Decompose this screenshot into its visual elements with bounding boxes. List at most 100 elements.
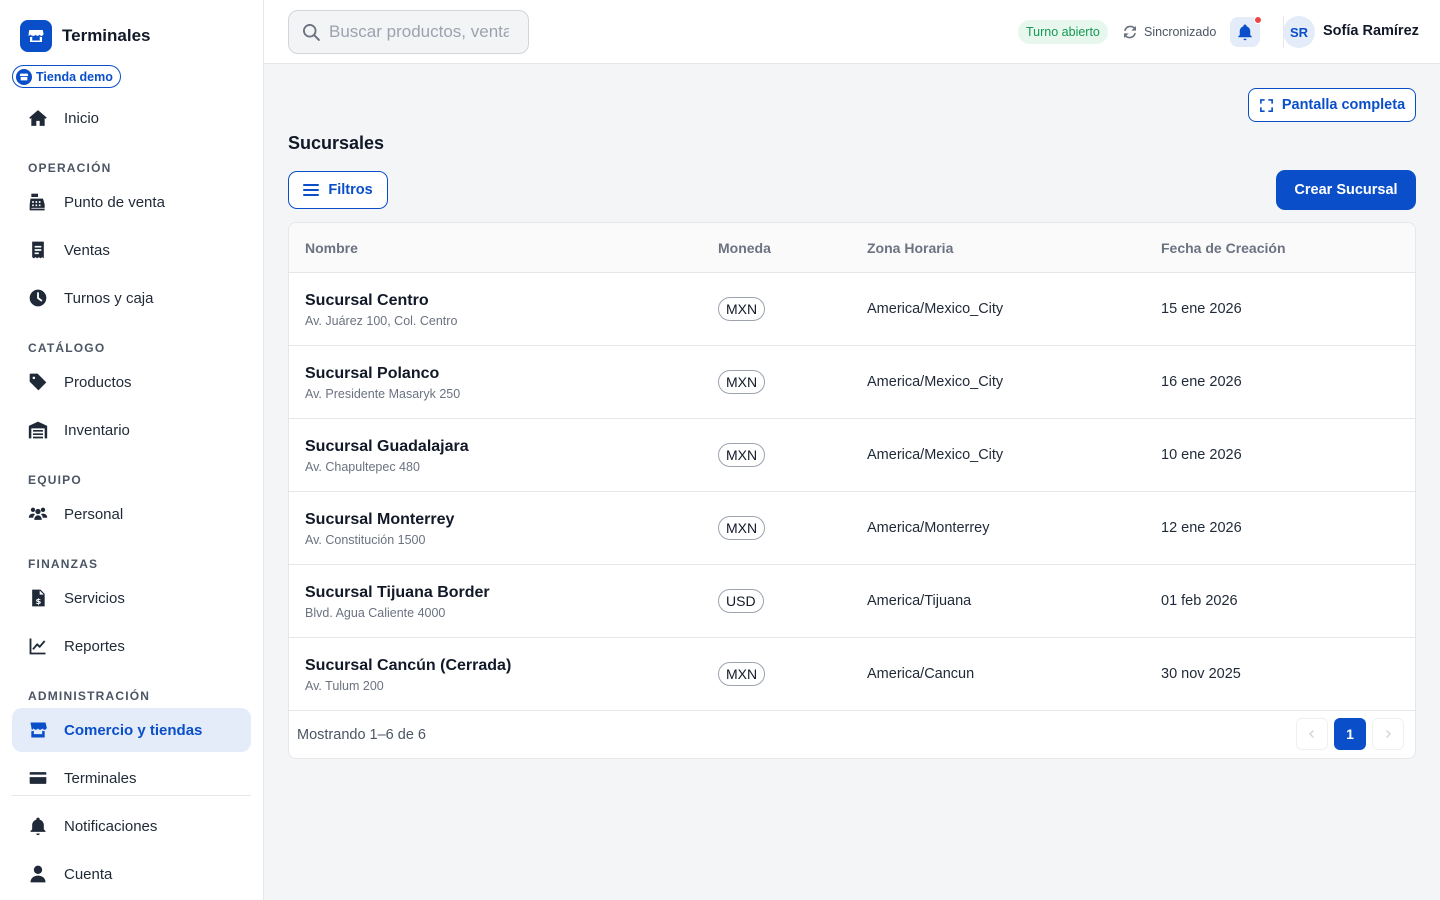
column-header-currency[interactable]: Moneda — [718, 240, 771, 256]
branch-name[interactable]: Sucursal Monterrey — [305, 511, 454, 529]
user-name[interactable]: Sofía Ramírez — [1323, 23, 1419, 39]
user-icon — [28, 864, 48, 884]
branch-name[interactable]: Sucursal Polanco — [305, 365, 439, 383]
store-icon — [20, 20, 52, 52]
sidebar-item-servicios[interactable]: $ Servicios — [12, 576, 251, 620]
branch-name[interactable]: Sucursal Cancún (Cerrada) — [305, 657, 511, 675]
filters-label: Filtros — [328, 182, 373, 198]
branch-name[interactable]: Sucursal Guadalajara — [305, 438, 469, 456]
sidebar-item-label: Productos — [64, 373, 132, 391]
store-pill-label: Tienda demo — [36, 69, 113, 84]
branch-address: Av. Tulum 200 — [305, 679, 384, 693]
filters-button[interactable]: Filtros — [288, 171, 388, 209]
table-header: Nombre Moneda Zona Horaria Fecha de Crea… — [289, 223, 1415, 273]
sync-status: Sincronizado — [1122, 20, 1216, 44]
branch-created-date: 12 ene 2026 — [1161, 520, 1242, 536]
warehouse-icon — [28, 420, 48, 440]
currency-badge: MXN — [718, 516, 766, 540]
branch-address: Av. Constitución 1500 — [305, 533, 426, 547]
pagination-page-button[interactable]: 1 — [1334, 718, 1366, 750]
table-row[interactable]: Sucursal Cancún (Cerrada) Av. Tulum 200 … — [289, 638, 1415, 711]
branch-name[interactable]: Sucursal Centro — [305, 292, 429, 310]
clock-icon — [28, 288, 48, 308]
branch-name[interactable]: Sucursal Tijuana Border — [305, 584, 490, 602]
sidebar-item-inventario[interactable]: Inventario — [12, 408, 251, 452]
users-icon — [28, 504, 48, 524]
branch-timezone: America/Mexico_City — [867, 447, 1004, 463]
branch-timezone: America/Cancun — [867, 666, 975, 682]
currency-badge: MXN — [718, 662, 766, 686]
bell-icon — [1236, 23, 1254, 41]
branch-timezone: America/Mexico_City — [867, 374, 1004, 390]
page-title: Sucursales — [288, 133, 385, 153]
table-row[interactable]: Sucursal Monterrey Av. Constitución 1500… — [289, 492, 1415, 565]
table-row[interactable]: Sucursal Centro Av. Juárez 100, Col. Cen… — [289, 273, 1415, 346]
sidebar-item-personal[interactable]: Personal — [12, 492, 251, 536]
branch-address: Blvd. Agua Caliente 4000 — [305, 606, 446, 620]
column-header-timezone[interactable]: Zona Horaria — [867, 240, 953, 256]
bell-icon — [28, 816, 48, 836]
pagination-summary: Mostrando 1–6 de 6 — [297, 727, 426, 743]
pagination-prev-button[interactable] — [1296, 718, 1328, 750]
sidebar-item-label: Punto de venta — [64, 193, 165, 211]
sidebar-item-punto-de-venta[interactable]: Punto de venta — [12, 180, 251, 224]
currency-badge: MXN — [718, 297, 766, 321]
store-icon — [16, 68, 32, 85]
table-row[interactable]: Sucursal Polanco Av. Presidente Masaryk … — [289, 346, 1415, 419]
sidebar-item-label: Inicio — [64, 109, 100, 127]
sidebar-item-terminales[interactable]: Terminales — [12, 756, 251, 800]
store-selector[interactable]: Tienda demo — [12, 65, 121, 88]
chevron-left-icon — [1307, 729, 1317, 739]
brand-title: Terminales — [62, 26, 151, 45]
fullscreen-button[interactable]: Pantalla completa — [1248, 88, 1416, 122]
search-input[interactable] — [329, 22, 509, 42]
sidebar-item-reportes[interactable]: Reportes — [12, 624, 251, 668]
sidebar-item-turnos[interactable]: Turnos y caja — [12, 276, 251, 320]
create-branch-button[interactable]: Crear Sucursal — [1276, 170, 1416, 210]
invoice-dollar-icon: $ — [28, 588, 48, 608]
home-icon — [28, 108, 48, 128]
column-header-name[interactable]: Nombre — [305, 240, 358, 256]
sidebar-item-label: Ventas — [64, 241, 110, 259]
chart-line-icon — [28, 636, 48, 656]
branch-created-date: 15 ene 2026 — [1161, 301, 1242, 317]
branch-address: Av. Juárez 100, Col. Centro — [305, 314, 458, 328]
branch-created-date: 16 ene 2026 — [1161, 374, 1242, 390]
nav-section-operacion: OPERACIÓN — [28, 161, 112, 175]
search-box[interactable] — [288, 10, 529, 54]
currency-badge: USD — [718, 589, 764, 613]
nav-section-catalogo: CATÁLOGO — [28, 341, 106, 355]
branch-address: Av. Presidente Masaryk 250 — [305, 387, 461, 401]
branch-created-date: 01 feb 2026 — [1161, 593, 1238, 609]
sidebar-item-label: Servicios — [64, 589, 125, 607]
table-row[interactable]: Sucursal Tijuana Border Blvd. Agua Calie… — [289, 565, 1415, 638]
sidebar-item-label: Inventario — [64, 421, 130, 439]
avatar[interactable]: SR — [1283, 16, 1315, 48]
notification-dot — [1254, 16, 1262, 24]
sidebar-item-productos[interactable]: Productos — [12, 360, 251, 404]
fullscreen-label: Pantalla completa — [1281, 97, 1406, 113]
sidebar: Terminales Tienda demo Inicio OPERACIÓN … — [0, 0, 264, 900]
brand[interactable]: Terminales — [20, 20, 151, 52]
sidebar-item-label: Comercio y tiendas — [64, 721, 203, 739]
branch-timezone: America/Monterrey — [867, 520, 990, 536]
branch-created-date: 30 nov 2025 — [1161, 666, 1241, 682]
sidebar-item-comercio[interactable]: Comercio y tiendas — [12, 708, 251, 752]
currency-badge: MXN — [718, 370, 766, 394]
search-icon — [301, 22, 321, 42]
branch-timezone: America/Tijuana — [867, 593, 972, 609]
sidebar-item-ventas[interactable]: Ventas — [12, 228, 251, 272]
shift-status-badge: Turno abierto — [1018, 20, 1108, 44]
sidebar-item-inicio[interactable]: Inicio — [12, 96, 251, 140]
sidebar-item-notificaciones[interactable]: Notificaciones — [12, 804, 251, 848]
currency-badge: MXN — [718, 443, 766, 467]
nav-section-equipo: EQUIPO — [28, 473, 82, 487]
sidebar-item-label: Reportes — [64, 637, 125, 655]
receipt-icon — [28, 240, 48, 260]
table-row[interactable]: Sucursal Guadalajara Av. Chapultepec 480… — [289, 419, 1415, 492]
notifications-button[interactable] — [1230, 16, 1262, 47]
cash-register-icon — [28, 192, 48, 212]
sidebar-item-cuenta[interactable]: Cuenta — [12, 852, 251, 896]
column-header-created[interactable]: Fecha de Creación — [1161, 240, 1286, 256]
pagination-next-button[interactable] — [1372, 718, 1404, 750]
